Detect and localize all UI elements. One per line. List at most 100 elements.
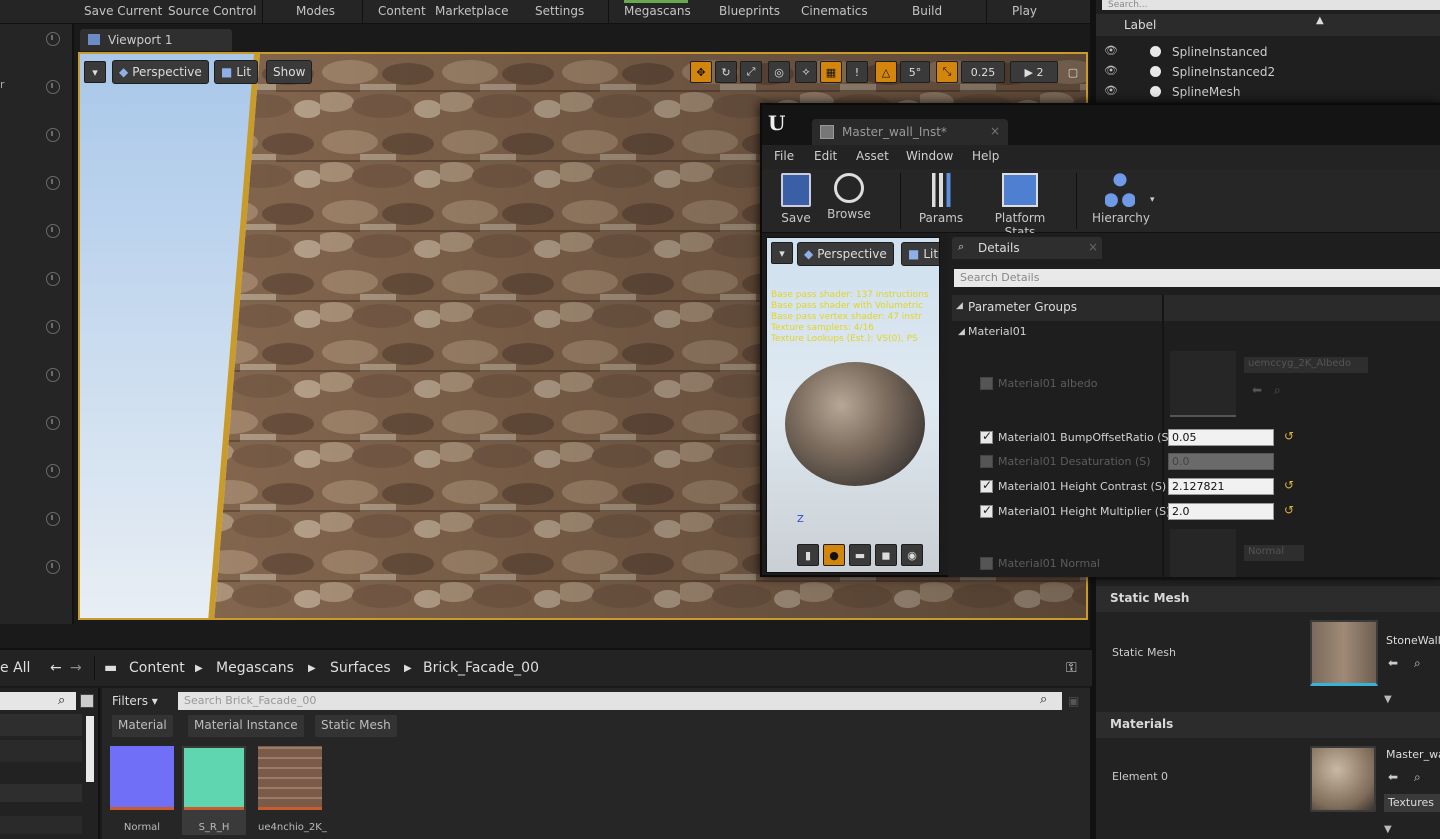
breadcrumb-megascans[interactable]: Megascans bbox=[216, 660, 294, 676]
desaturation-input[interactable]: 0.0 bbox=[1168, 453, 1274, 470]
reset-icon[interactable]: ↺ bbox=[1284, 429, 1294, 443]
static-mesh-thumbnail[interactable] bbox=[1310, 620, 1378, 686]
asset-tile-selected[interactable]: S_R_H bbox=[182, 746, 246, 835]
preview-perspective-button[interactable]: ◆ Perspective bbox=[797, 242, 894, 266]
scale-snap-icon[interactable]: ⤡ bbox=[936, 61, 958, 83]
save-search-icon[interactable]: ▣ bbox=[1068, 694, 1079, 708]
filters-button[interactable]: Filters ▾ bbox=[108, 692, 174, 712]
outliner-row[interactable]: 👁 SplineInstanced2 bbox=[1096, 62, 1440, 82]
camera-speed-button[interactable]: ▶ 2 bbox=[1010, 61, 1058, 83]
viewport-options-button[interactable]: ▾ bbox=[84, 61, 106, 83]
help-icon[interactable] bbox=[46, 320, 60, 334]
desaturation-checkbox[interactable] bbox=[980, 455, 993, 468]
material-value[interactable]: Master_wa bbox=[1386, 748, 1440, 761]
perspective-button[interactable]: ◆ Perspective bbox=[112, 60, 209, 84]
filter-chip-static-mesh[interactable]: Static Mesh bbox=[315, 715, 397, 737]
help-icon[interactable] bbox=[46, 128, 60, 142]
grid-snap-icon[interactable]: ▦ bbox=[820, 61, 842, 83]
browse-button[interactable]: Browse bbox=[824, 173, 874, 221]
lit-button[interactable]: ■ Lit bbox=[214, 60, 259, 84]
details-search-input[interactable]: Search Details bbox=[954, 269, 1440, 287]
bump-offset-input[interactable]: 0.05 bbox=[1168, 429, 1274, 446]
maximize-icon[interactable]: ▢ bbox=[1064, 61, 1082, 83]
lock-icon[interactable]: ⚿ bbox=[1066, 660, 1077, 676]
editor-title-bar[interactable]: U Master_wall_Inst* × bbox=[762, 105, 1440, 145]
plane-icon[interactable]: ▬ bbox=[849, 544, 871, 566]
save-button[interactable]: Save bbox=[776, 173, 816, 225]
close-tab-icon[interactable]: × bbox=[1088, 240, 1098, 254]
rotate-icon[interactable]: ↻ bbox=[715, 61, 737, 83]
save-all-button[interactable]: e All bbox=[0, 660, 30, 676]
materials-section-header[interactable]: Materials bbox=[1096, 712, 1440, 738]
outliner-search-input[interactable]: Search... bbox=[1102, 0, 1440, 10]
outliner-row[interactable]: 👁 SplineInstanced bbox=[1096, 42, 1440, 62]
albedo-texture-dropdown[interactable]: uemccyg_2K_Albedo bbox=[1244, 357, 1368, 373]
parameter-groups-header[interactable]: ◢ Parameter Groups bbox=[952, 295, 1440, 321]
filter-chip-material-instance[interactable]: Material Instance bbox=[188, 715, 304, 737]
height-contrast-input[interactable]: 2.127821 bbox=[1168, 478, 1274, 495]
normal-texture-thumbnail[interactable] bbox=[1170, 529, 1236, 577]
static-mesh-value[interactable]: StoneWall bbox=[1386, 634, 1440, 647]
height-multiplier-checkbox[interactable] bbox=[980, 503, 993, 518]
help-icon[interactable] bbox=[46, 416, 60, 430]
toolbar-modes[interactable]: Modes bbox=[296, 4, 335, 18]
albedo-checkbox[interactable] bbox=[980, 377, 993, 390]
asset-search-input[interactable]: Search Brick_Facade_00 bbox=[178, 692, 1062, 710]
rotation-snap-icon[interactable]: △ bbox=[875, 61, 897, 83]
close-tab-icon[interactable]: × bbox=[990, 124, 1000, 138]
normal-texture-dropdown[interactable]: Normal bbox=[1244, 545, 1304, 561]
breadcrumb-separator-icon[interactable]: ▶ bbox=[195, 663, 203, 674]
toolbar-blueprints[interactable]: Blueprints bbox=[719, 4, 780, 18]
asset-tile[interactable]: Normal bbox=[110, 746, 174, 833]
help-icon[interactable] bbox=[46, 176, 60, 190]
hierarchy-button[interactable]: Hierarchy bbox=[1092, 173, 1150, 225]
toolbar-content[interactable]: Content bbox=[378, 4, 426, 18]
textures-dropdown[interactable]: Textures bbox=[1384, 794, 1440, 812]
mesh-icon[interactable]: ◉ bbox=[901, 544, 923, 566]
cube-icon[interactable]: ◼ bbox=[875, 544, 897, 566]
bump-offset-checkbox[interactable] bbox=[980, 429, 993, 444]
toolbar-source-control[interactable]: Source Control bbox=[168, 4, 256, 18]
platform-stats-button[interactable]: Platform Stats bbox=[978, 173, 1062, 239]
breadcrumb-surfaces[interactable]: Surfaces bbox=[330, 660, 391, 676]
static-mesh-section-header[interactable]: Static Mesh bbox=[1096, 586, 1440, 612]
outliner-row[interactable]: 👁 SplineMesh bbox=[1096, 82, 1440, 102]
cylinder-icon[interactable]: ▮ bbox=[797, 544, 819, 566]
translate-icon[interactable]: ✥ bbox=[690, 61, 712, 83]
menu-edit[interactable]: Edit bbox=[814, 149, 837, 163]
preview-lit-button[interactable]: ■ Lit bbox=[901, 242, 939, 266]
browse-icon[interactable]: ⌕ bbox=[1274, 383, 1281, 398]
rotation-snap-value[interactable]: 5° bbox=[900, 61, 930, 83]
details-tab[interactable]: ⌕ Details × bbox=[952, 237, 1102, 259]
help-icon[interactable] bbox=[46, 512, 60, 526]
back-icon[interactable]: ← bbox=[50, 660, 62, 676]
surface-snap-icon[interactable]: ⟡ bbox=[795, 61, 817, 83]
viewport-tab[interactable]: Viewport 1 bbox=[80, 29, 232, 51]
list-view-icon[interactable] bbox=[80, 694, 94, 708]
scrollbar[interactable] bbox=[86, 716, 94, 782]
toolbar-marketplace[interactable]: Marketplace bbox=[435, 4, 509, 18]
folder-row[interactable] bbox=[0, 740, 82, 762]
eye-icon[interactable]: 👁 bbox=[1104, 84, 1118, 97]
menu-window[interactable]: Window bbox=[906, 149, 953, 163]
show-button[interactable]: Show bbox=[266, 60, 313, 84]
material-preview-viewport[interactable]: ▾ ◆ Perspective ■ Lit Base pass shader: 13… bbox=[766, 237, 940, 573]
height-contrast-checkbox[interactable] bbox=[980, 478, 993, 493]
menu-asset[interactable]: Asset bbox=[856, 149, 889, 163]
folder-row[interactable] bbox=[0, 714, 82, 736]
browse-icon[interactable]: ⌕ bbox=[1414, 770, 1421, 785]
expand-icon[interactable]: ▼ bbox=[1384, 824, 1392, 835]
toolbar-play[interactable]: Play bbox=[1012, 4, 1037, 18]
breadcrumb-brick-facade[interactable]: Brick_Facade_00 bbox=[423, 660, 539, 676]
grid-size-button[interactable]: ! bbox=[846, 61, 868, 83]
help-icon[interactable] bbox=[46, 272, 60, 286]
params-button[interactable]: Params bbox=[918, 173, 964, 225]
toolbar-settings[interactable]: Settings bbox=[535, 4, 584, 18]
help-icon[interactable] bbox=[46, 464, 60, 478]
normal-checkbox[interactable] bbox=[980, 557, 993, 570]
preview-options-button[interactable]: ▾ bbox=[771, 242, 793, 264]
label-column-header[interactable]: Label bbox=[1124, 18, 1156, 32]
asset-tab[interactable]: Master_wall_Inst* × bbox=[812, 119, 1008, 145]
help-icon[interactable] bbox=[46, 560, 60, 574]
expand-icon[interactable]: ▼ bbox=[1384, 694, 1392, 705]
